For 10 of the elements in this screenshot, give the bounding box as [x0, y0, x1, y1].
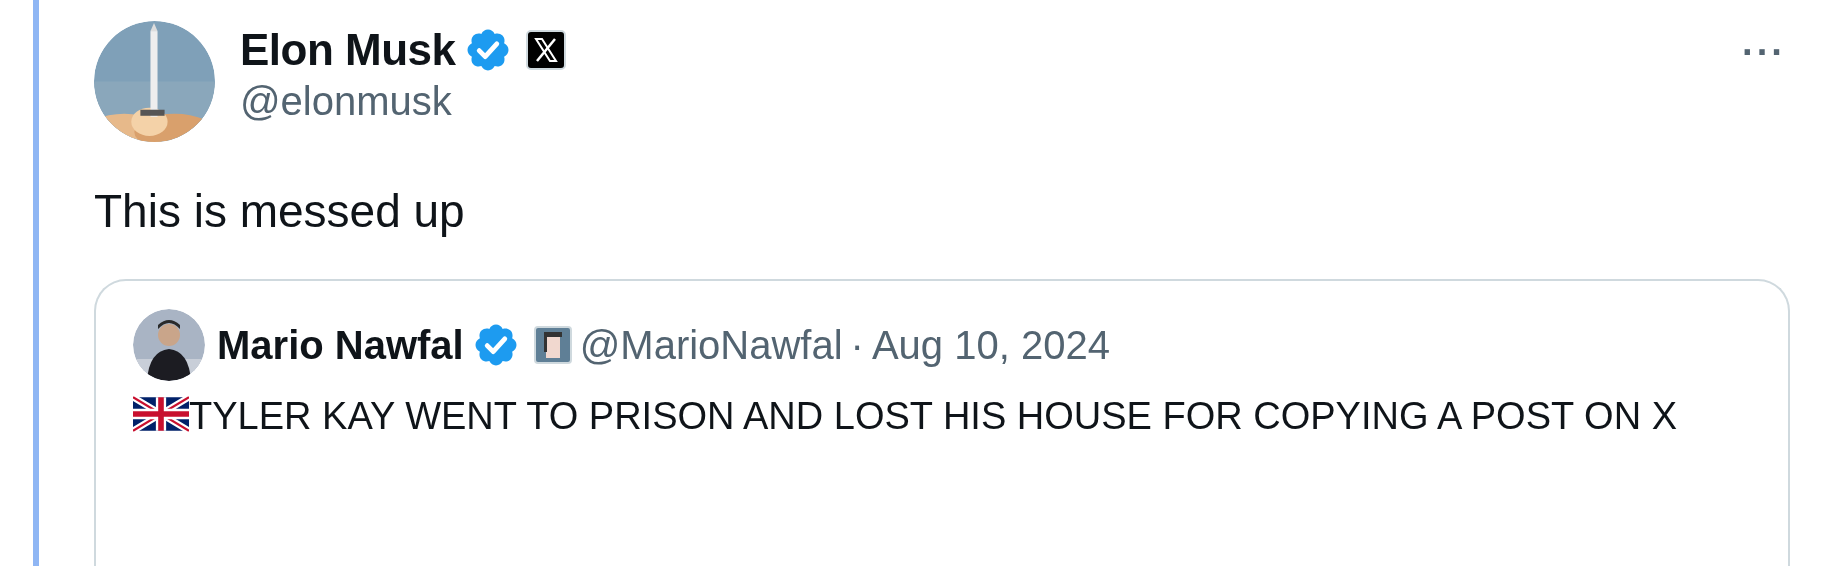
post-text: This is messed up — [94, 184, 466, 239]
post-date[interactable]: Aug 10, 2024 — [871, 322, 1110, 368]
quoted-post-text: TYLER KAY WENT TO PRISON AND LOST HIS HOUSE FOR COPYING A POST ON X — [133, 387, 1758, 447]
author-name[interactable]: Elon Musk — [240, 25, 456, 75]
more-button[interactable]: ··· — [1738, 33, 1790, 71]
separator: · — [850, 322, 864, 368]
quoted-author-name[interactable]: Mario Nawfal — [217, 322, 464, 368]
quoted-post-card[interactable]: Mario Nawfal @MarioNawfal · Aug 10, 2024 TYLER KAY WENT TO PRISON AND LOST HIS HOUSE FOR COPYING A POST ON X — [94, 279, 1790, 566]
author-handle[interactable]: @elonmusk — [240, 79, 1714, 124]
quoted-author-handle[interactable]: @MarioNawfal — [579, 322, 843, 368]
